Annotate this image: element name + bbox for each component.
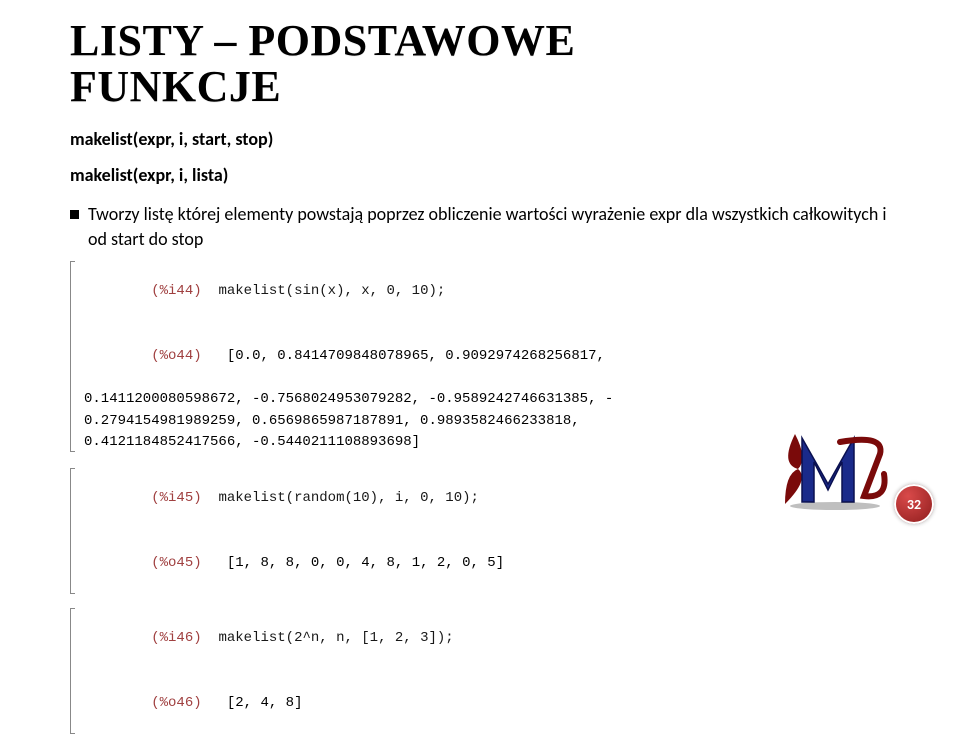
slide-root: LISTY – PODSTAWOWE FUNKCJE makelist(expr…: [0, 0, 960, 540]
bullet-marker-icon: [70, 210, 79, 219]
bullet-text: Tworzy listę której elementy powstają po…: [88, 202, 890, 251]
syntax-line-1: makelist(expr, i, start, stop): [70, 128, 890, 150]
output-line: [1, 8, 8, 0, 0, 4, 8, 1, 2, 0, 5]: [227, 555, 504, 571]
input-command: makelist(2^n, n, [1, 2, 3]);: [218, 630, 453, 646]
title-line-2: FUNKCJE: [70, 64, 890, 110]
slide-title: LISTY – PODSTAWOWE FUNKCJE: [70, 18, 890, 110]
output-line: 0.4121184852417566, -0.5440211108893698]: [84, 432, 890, 454]
output-label: (%o46): [151, 695, 201, 711]
output-line: [2, 4, 8]: [227, 695, 303, 711]
page-number: 32: [907, 496, 921, 513]
input-label: (%i46): [151, 630, 201, 646]
input-command: makelist(random(10), i, 0, 10);: [218, 490, 478, 506]
output-label: (%o45): [151, 555, 201, 571]
input-label: (%i44): [151, 283, 201, 299]
input-label: (%i45): [151, 490, 201, 506]
output-label: (%o44): [151, 348, 201, 364]
output-line: [0.0, 0.8414709848078965, 0.909297426825…: [227, 348, 605, 364]
input-command: makelist(sin(x), x, 0, 10);: [218, 283, 445, 299]
maxima-cell: (%i45) makelist(random(10), i, 0, 10); (…: [70, 466, 890, 596]
syntax-line-2: makelist(expr, i, lista): [70, 164, 890, 186]
page-number-badge: 32: [894, 484, 934, 524]
maxima-logo-icon: [780, 424, 890, 512]
output-line: 0.2794154981989259, 0.6569865987187891, …: [84, 411, 890, 433]
maxima-output-area: (%i44) makelist(sin(x), x, 0, 10); (%o44…: [70, 259, 890, 736]
bullet-item: Tworzy listę której elementy powstają po…: [70, 202, 890, 251]
output-line: 0.1411200080598672, -0.7568024953079282,…: [84, 389, 890, 411]
title-line-1: LISTY – PODSTAWOWE: [70, 18, 890, 64]
maxima-cell: (%i46) makelist(2^n, n, [1, 2, 3]); (%o4…: [70, 606, 890, 736]
maxima-cell: (%i44) makelist(sin(x), x, 0, 10); (%o44…: [70, 259, 890, 454]
